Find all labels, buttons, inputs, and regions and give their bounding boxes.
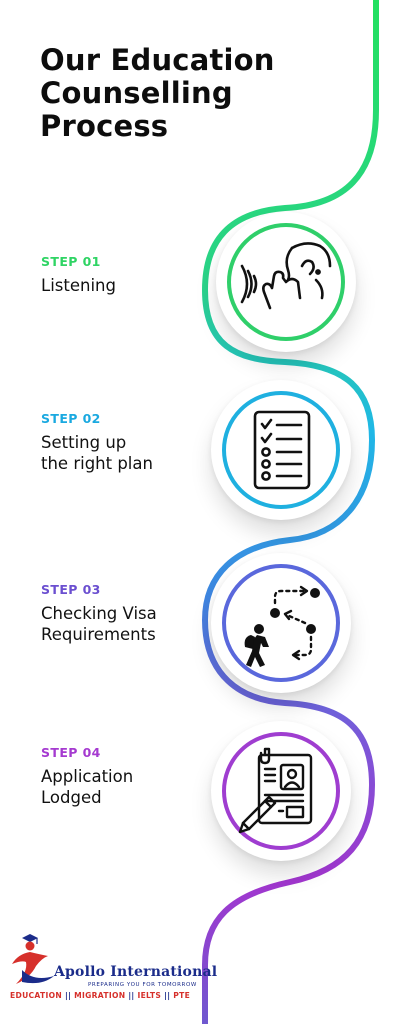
step-4-label: STEP 04 [41,745,101,760]
logo-service-migration: MIGRATION [74,991,126,1000]
logo-separator-1: || [65,991,72,1000]
logo-separator-3: || [164,991,171,1000]
step-1-text-line-1: Listening [41,276,116,295]
step-1-icon-circle [216,212,356,352]
step-3-text: Checking Visa Requirements [41,603,211,645]
step-1-text: Listening [41,275,211,296]
logo-tagline: PREPARING YOU FOR TOMORROW [88,982,197,988]
step-2-text-line-2: the right plan [41,454,153,473]
step-4-text-line-1: Application [41,767,134,786]
logo-service-pte: PTE [173,991,191,1000]
step-1-label: STEP 01 [41,254,101,269]
application-document-icon [238,747,313,834]
logo-services: EDUCATION || MIGRATION || IELTS || PTE [10,991,190,1000]
listening-ear-icon [240,242,332,310]
step-2-icon-circle [211,380,351,520]
traveler-route-icon [244,585,320,667]
checklist-icon [253,410,311,490]
step-4-text-line-2: Lodged [41,788,102,807]
logo-service-education: EDUCATION [10,991,63,1000]
step-3: STEP 03 Checking Visa Requirements [41,582,211,645]
step-3-label: STEP 03 [41,582,101,597]
step-3-icon-circle [211,553,351,693]
step-2-text: Setting up the right plan [41,432,211,474]
logo-separator-2: || [128,991,135,1000]
step-4-text: Application Lodged [41,766,211,808]
process-connector-line [201,0,379,1024]
apollo-international-logo: Apollo International PREPARING YOU FOR T… [8,930,218,1010]
step-4-icon-circle [211,721,351,861]
apollo-mascot-icon [12,934,54,984]
step-2: STEP 02 Setting up the right plan [41,411,211,474]
step-3-text-line-2: Requirements [41,625,156,644]
step-2-label: STEP 02 [41,411,101,426]
step-1: STEP 01 Listening [41,254,211,296]
step-3-text-line-1: Checking Visa [41,604,157,623]
logo-service-ielts: IELTS [137,991,162,1000]
step-2-text-line-1: Setting up [41,433,127,452]
logo-brand-name: Apollo International [54,964,218,980]
step-4: STEP 04 Application Lodged [41,745,211,808]
